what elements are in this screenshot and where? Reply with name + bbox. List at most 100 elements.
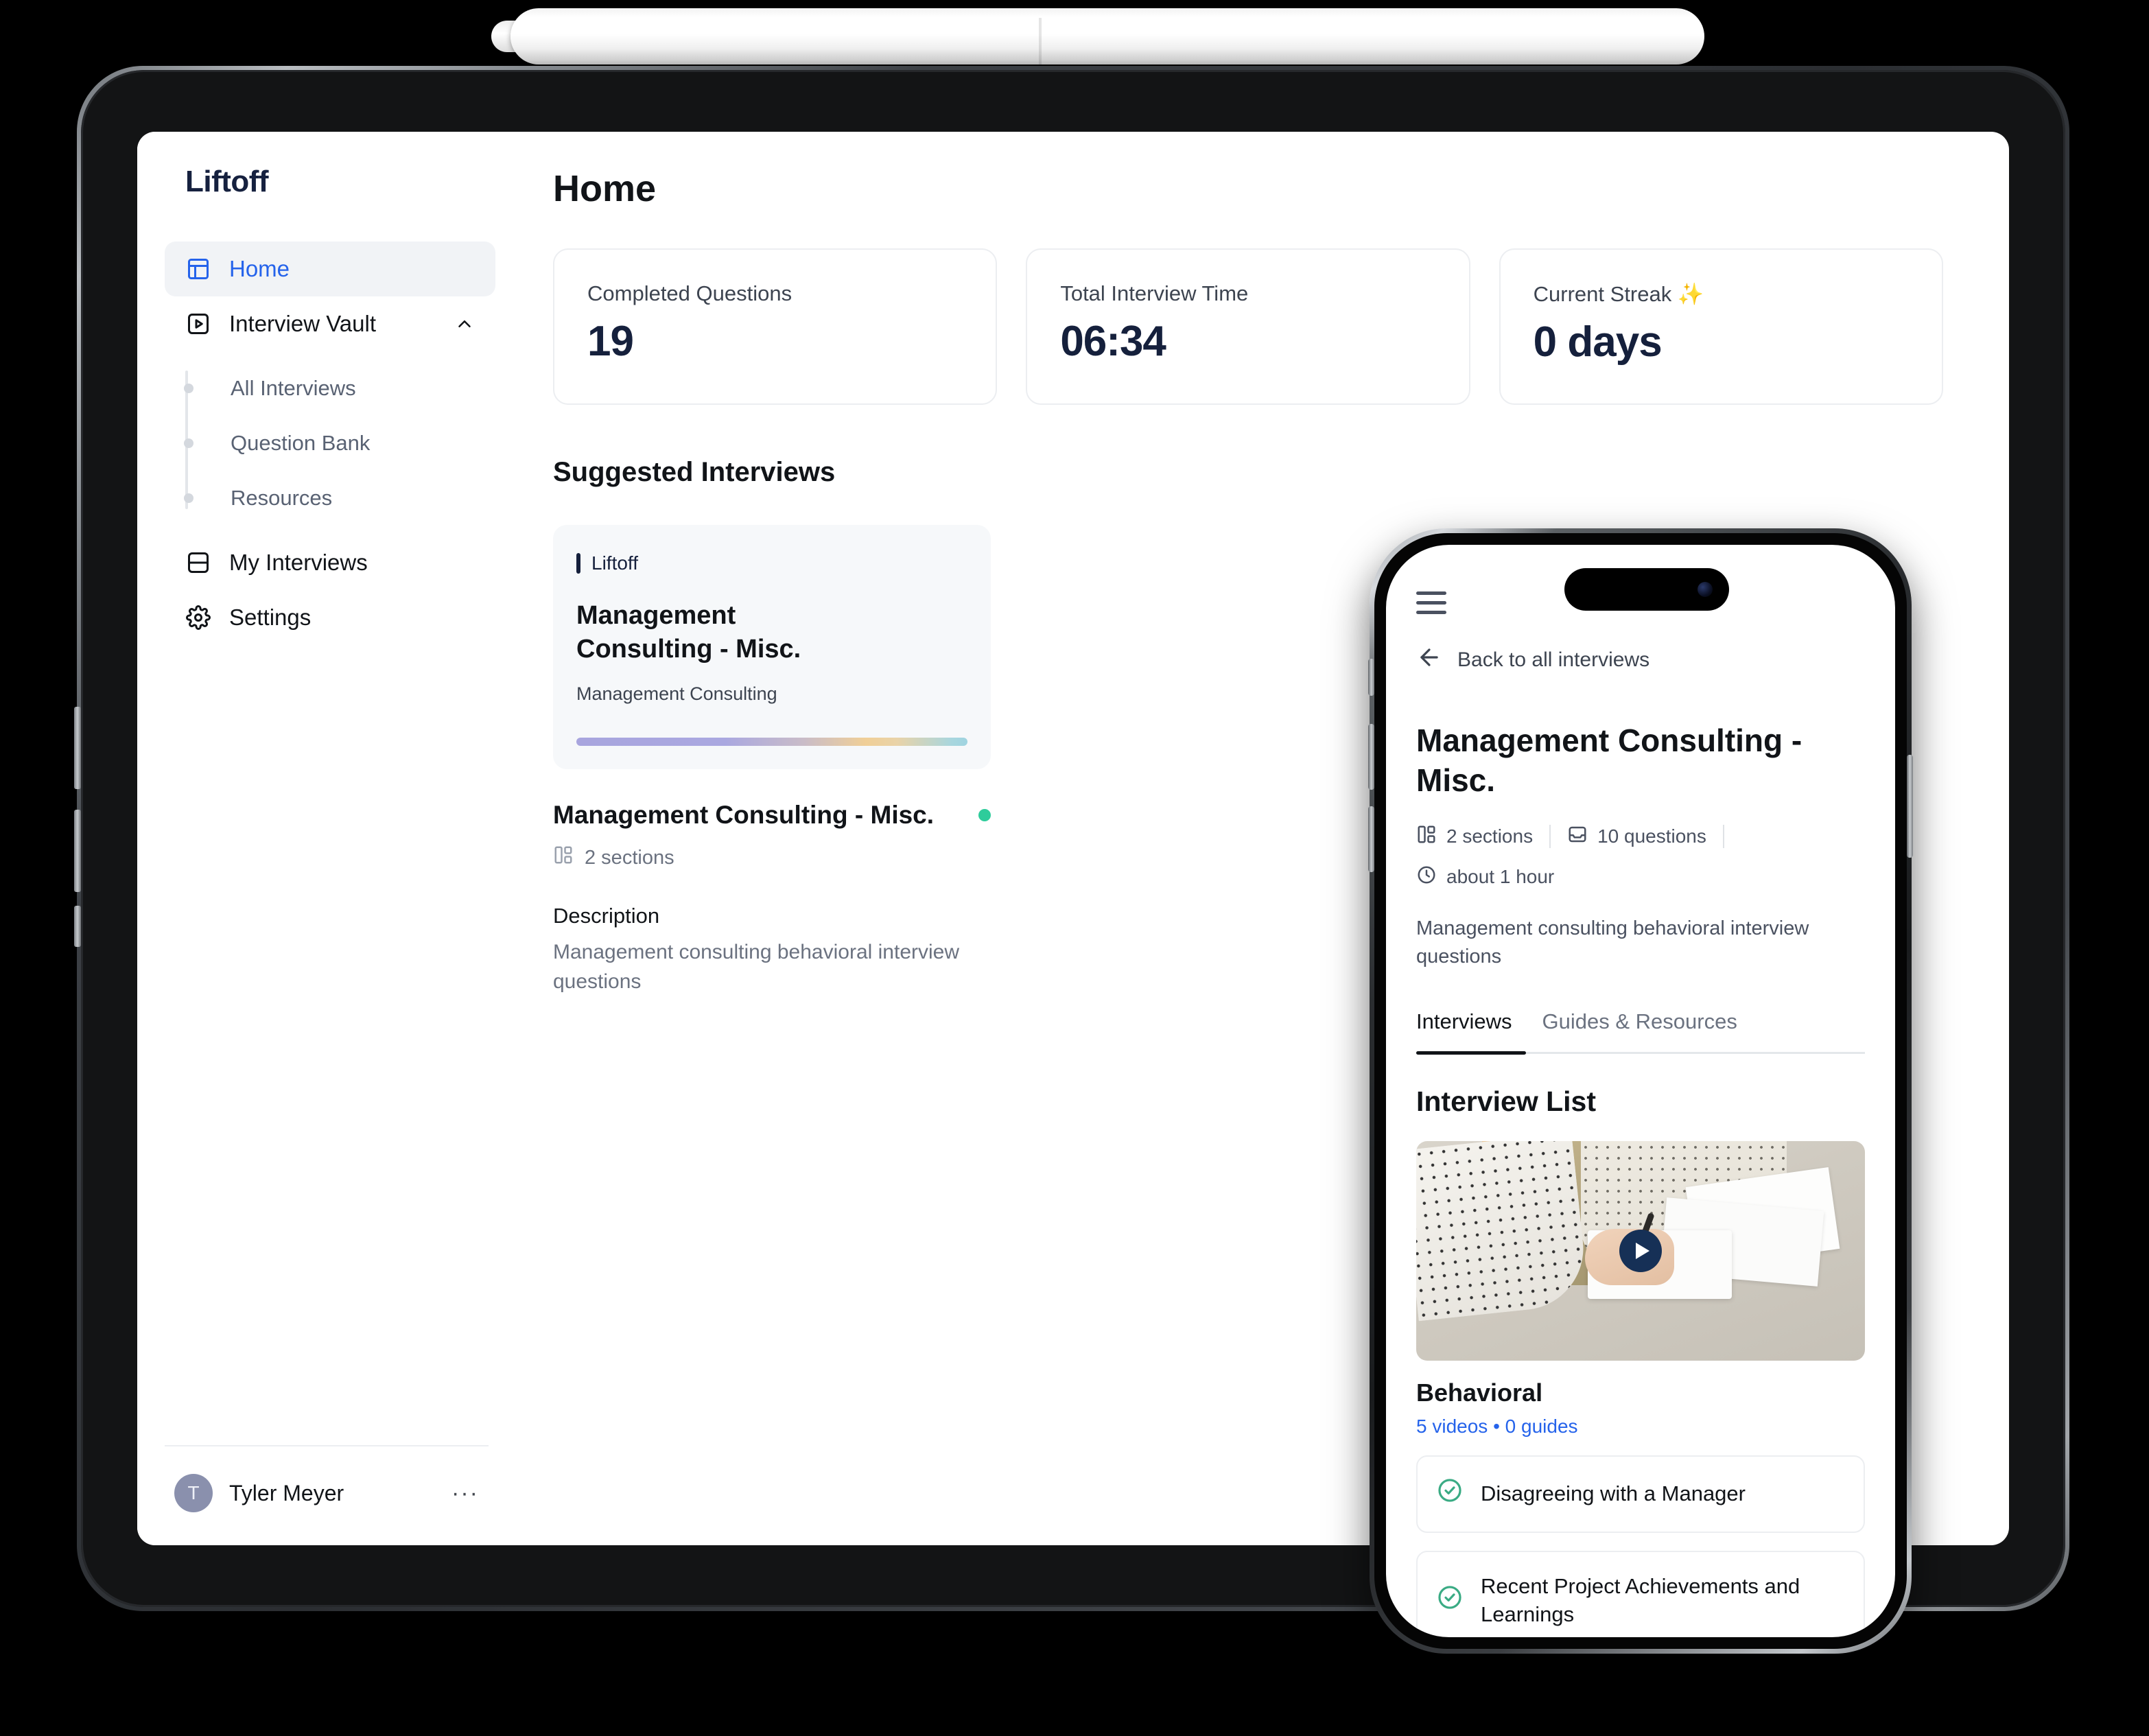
gear-icon <box>185 605 211 631</box>
phone-silent-switch[interactable] <box>1368 659 1374 696</box>
stat-value: 06:34 <box>1060 318 1166 365</box>
sidebar-nav: Home Interview Vault All Interviews Ques… <box>165 242 495 645</box>
sidebar-item-resources-label: Resources <box>231 486 333 510</box>
phone-sections-label: 2 sections <box>1446 825 1534 847</box>
list-item-label: Recent Project Achievements and Learning… <box>1481 1574 1800 1627</box>
check-circle-icon <box>1437 1477 1463 1511</box>
front-camera-icon <box>1698 582 1713 597</box>
interview-title: Management Consulting - Misc. <box>553 801 935 829</box>
sections-count-label: 2 sections <box>585 846 674 869</box>
chevron-up-icon[interactable] <box>454 314 475 334</box>
tablet-side-button[interactable] <box>74 906 81 947</box>
stat-label: Current Streak ✨ <box>1533 282 1704 306</box>
sidebar-item-question-bank-label: Question Bank <box>231 431 371 455</box>
sidebar-subnav: All Interviews Question Bank Resources <box>165 361 495 526</box>
sidebar: Liftoff Home Interview Vault All Intervi… <box>137 132 523 1545</box>
phone-meta-row: 2 sections 10 questions <box>1416 824 1865 849</box>
check-circle-icon <box>1437 1584 1463 1618</box>
sidebar-item-my-interviews-label: My Interviews <box>229 550 368 575</box>
brand-accent-bar <box>576 553 580 574</box>
sidebar-item-settings-label: Settings <box>229 605 312 630</box>
hamburger-menu-icon[interactable] <box>1416 591 1446 614</box>
tablet-volume-up-button[interactable] <box>74 707 81 789</box>
sidebar-item-all-interviews[interactable]: All Interviews <box>204 361 495 416</box>
page-title: Home <box>553 168 657 209</box>
stat-card-current-streak: Current Streak ✨ 0 days <box>1499 248 1943 405</box>
app-brand-title: Liftoff <box>185 165 269 198</box>
interview-detail-header: Management Consulting - Misc. <box>553 801 991 830</box>
stat-value: 19 <box>587 318 634 365</box>
suggested-card-brand: Liftoff <box>576 552 967 574</box>
phone-app-content: Back to all interviews Management Consul… <box>1386 545 1895 1637</box>
phone-interview-title: Management Consulting - Misc. <box>1416 723 1802 798</box>
tablet-volume-down-button[interactable] <box>74 810 81 892</box>
suggested-card-brand-label: Liftoff <box>591 552 638 574</box>
phone-volume-down-button[interactable] <box>1368 806 1374 872</box>
inbox-icon <box>1567 824 1588 849</box>
stat-label: Total Interview Time <box>1060 281 1249 305</box>
apple-pencil-stylus[interactable] <box>510 8 1704 71</box>
interview-list-heading: Interview List <box>1416 1086 1597 1118</box>
sidebar-item-settings[interactable]: Settings <box>165 590 495 645</box>
phone-dynamic-island <box>1564 568 1729 611</box>
video-card-meta: 5 videos • 0 guides <box>1416 1416 1578 1438</box>
sidebar-item-home-label: Home <box>229 256 290 281</box>
list-item-label: Disagreeing with a Manager <box>1481 1481 1746 1506</box>
list-item[interactable]: Disagreeing with a Manager <box>1416 1455 1865 1534</box>
play-button-icon[interactable] <box>1619 1230 1662 1273</box>
stats-row: Completed Questions 19 Total Interview T… <box>553 248 1943 405</box>
meta-divider <box>1722 825 1724 849</box>
user-name: Tyler Meyer <box>229 1480 344 1505</box>
phone-power-button[interactable] <box>1907 755 1913 858</box>
sidebar-item-question-bank[interactable]: Question Bank <box>204 416 495 471</box>
panels-top-bottom-icon <box>185 550 211 576</box>
back-to-all-interviews-link[interactable]: Back to all interviews <box>1416 644 1865 676</box>
phone-duration-label: about 1 hour <box>1446 866 1555 888</box>
phone-description: Management consulting behavioral intervi… <box>1416 917 1809 968</box>
layout-panel-icon <box>185 256 211 282</box>
sidebar-item-interview-vault-label: Interview Vault <box>229 311 376 336</box>
phone-duration-meta: about 1 hour <box>1416 865 1865 890</box>
phone-volume-up-button[interactable] <box>1368 724 1374 790</box>
clock-icon <box>1416 865 1437 890</box>
sidebar-item-resources[interactable]: Resources <box>204 471 495 526</box>
suggested-interview-card[interactable]: Liftoff Management Consulting - Misc. Ma… <box>553 525 991 769</box>
meta-divider <box>1549 825 1551 849</box>
phone-tab-underline <box>1416 1051 1865 1055</box>
video-thumbnail[interactable] <box>1416 1141 1865 1361</box>
sections-icon <box>1416 824 1437 849</box>
phone-screen: Back to all interviews Management Consul… <box>1386 545 1895 1637</box>
sections-icon <box>553 845 574 871</box>
phone-questions-meta: 10 questions <box>1567 824 1706 849</box>
gradient-accent-bar <box>576 738 967 746</box>
list-item[interactable]: Recent Project Achievements and Learning… <box>1416 1551 1865 1637</box>
back-link-label: Back to all interviews <box>1457 648 1650 671</box>
phone-sections-meta: 2 sections <box>1416 824 1533 849</box>
stat-card-completed-questions: Completed Questions 19 <box>553 248 998 405</box>
stat-card-total-interview-time: Total Interview Time 06:34 <box>1026 248 1470 405</box>
stat-value: 0 days <box>1533 318 1663 366</box>
suggested-card-subtitle: Management Consulting <box>576 683 777 705</box>
sidebar-item-interview-vault[interactable]: Interview Vault <box>165 296 495 351</box>
description-body: Management consulting behavioral intervi… <box>553 941 960 993</box>
arrow-left-icon <box>1416 644 1442 676</box>
suggested-interviews-heading: Suggested Interviews <box>553 457 836 487</box>
phone-tabs: Interviews Guides & Resources <box>1416 1009 1865 1052</box>
sidebar-item-my-interviews[interactable]: My Interviews <box>165 535 495 590</box>
sidebar-item-all-interviews-label: All Interviews <box>231 376 356 400</box>
user-menu-ellipsis-icon[interactable]: ··· <box>451 1480 486 1507</box>
user-profile-row[interactable]: T Tyler Meyer ··· <box>165 1446 495 1545</box>
stylus-seam <box>1039 18 1042 71</box>
status-badge <box>978 809 991 821</box>
tab-interviews[interactable]: Interviews <box>1416 1009 1512 1052</box>
suggested-card-title: Management Consulting - Misc. <box>576 601 801 664</box>
play-square-icon <box>185 311 211 337</box>
avatar: T <box>174 1474 213 1512</box>
thumbnail-person-left-sleeve <box>1416 1141 1590 1322</box>
tab-guides-resources[interactable]: Guides & Resources <box>1542 1009 1737 1052</box>
phone-questions-label: 10 questions <box>1597 825 1706 847</box>
video-card-title: Behavioral <box>1416 1379 1543 1407</box>
stat-label: Completed Questions <box>587 281 792 305</box>
sidebar-item-home[interactable]: Home <box>165 242 495 296</box>
